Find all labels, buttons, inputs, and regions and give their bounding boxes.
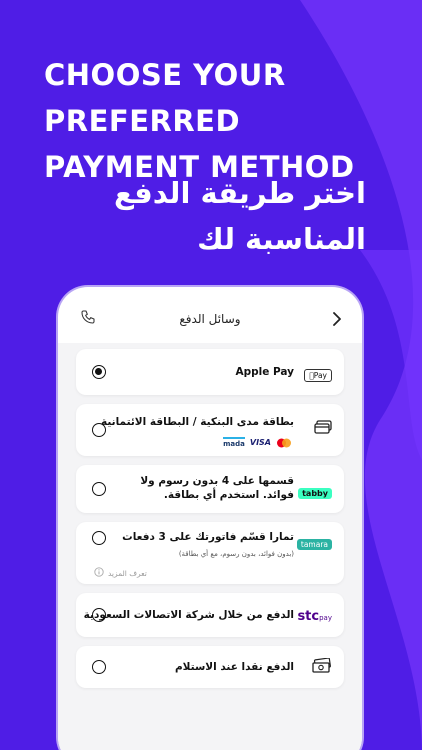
payment-label-card: بطاقة مدى البنكية / البطاقة الائتمانية (101, 416, 294, 428)
mastercard-icon (276, 433, 292, 452)
payment-option-cash-on-delivery[interactable]: الدفع نقدا عند الاستلام (76, 646, 344, 688)
radio-tabby[interactable] (92, 482, 106, 496)
payment-option-apple-pay[interactable]: Apple Pay Pay (76, 349, 344, 395)
cash-icon (312, 657, 332, 678)
payment-label-apple-pay: Apple Pay (235, 366, 294, 378)
payment-option-card[interactable]: بطاقة مدى البنكية / البطاقة الائتمانية m… (76, 404, 344, 456)
payment-label-tabby: قسمها على 4 بدون رسوم ولا فوائد. استخدم … (140, 475, 294, 501)
visa-logo: VISA (249, 438, 271, 447)
tabby-logo-text: tabby (298, 488, 332, 499)
tabby-logo: tabby (298, 481, 332, 500)
stc-pay-logo-text: stc (297, 609, 320, 624)
headline-arabic-line2: المناسبة لك (197, 222, 366, 256)
tamara-logo-text: tamara (296, 539, 332, 550)
tamara-subtext: (بدون فوائد، بدون رسوم، مع أي بطاقة) (178, 550, 294, 558)
payment-methods-list: Apple Pay Pay بطاقة مدى البنكية / البطا… (58, 343, 362, 750)
payment-option-stc-pay[interactable]: الدفع من خلال شركة الاتصالات السعودية st… (76, 593, 344, 637)
payment-label-stc-pay: الدفع من خلال شركة الاتصالات السعودية (83, 609, 294, 621)
payment-label-tamara: تمارا قسّم فاتورتك على 3 دفعات (122, 531, 294, 543)
screen-title: وسائل الدفع (179, 312, 241, 326)
headline-arabic: اختر طريقة الدفع المناسبة لك (66, 170, 366, 262)
radio-cash-on-delivery[interactable] (92, 660, 106, 674)
payment-option-tamara[interactable]: تمارا قسّم فاتورتك على 3 دفعات (بدون فوا… (76, 522, 344, 584)
card-brand-logos: mada VISA (223, 433, 292, 452)
credit-card-icon (314, 419, 332, 438)
learn-more-link[interactable]: تعرف المزيد (94, 567, 147, 579)
learn-more-text: تعرف المزيد (108, 568, 147, 578)
mada-logo-text: mada (223, 440, 245, 448)
chevron-right-icon[interactable] (332, 311, 342, 330)
radio-apple-pay[interactable] (92, 365, 106, 379)
top-bar: وسائل الدفع (58, 305, 362, 335)
payment-option-tabby[interactable]: قسمها على 4 بدون رسوم ولا فوائد. استخدم … (76, 465, 344, 513)
radio-tamara[interactable] (92, 531, 106, 545)
phone-mockup: وسائل الدفع Apple Pay Pay بطاقة مدى الب… (58, 287, 362, 750)
info-icon (94, 567, 104, 579)
mada-logo: mada (223, 437, 245, 448)
apple-pay-logo-text: Pay (313, 371, 327, 380)
apple-pay-logo: Pay (304, 363, 332, 382)
stc-pay-logo: stcpay (297, 605, 332, 624)
payment-label-cash-on-delivery: الدفع نقدا عند الاستلام (174, 661, 294, 673)
headline-arabic-line1: اختر طريقة الدفع (114, 176, 366, 210)
tamara-logo: tamara (296, 532, 332, 551)
stc-pay-logo-sub: pay (319, 614, 332, 622)
